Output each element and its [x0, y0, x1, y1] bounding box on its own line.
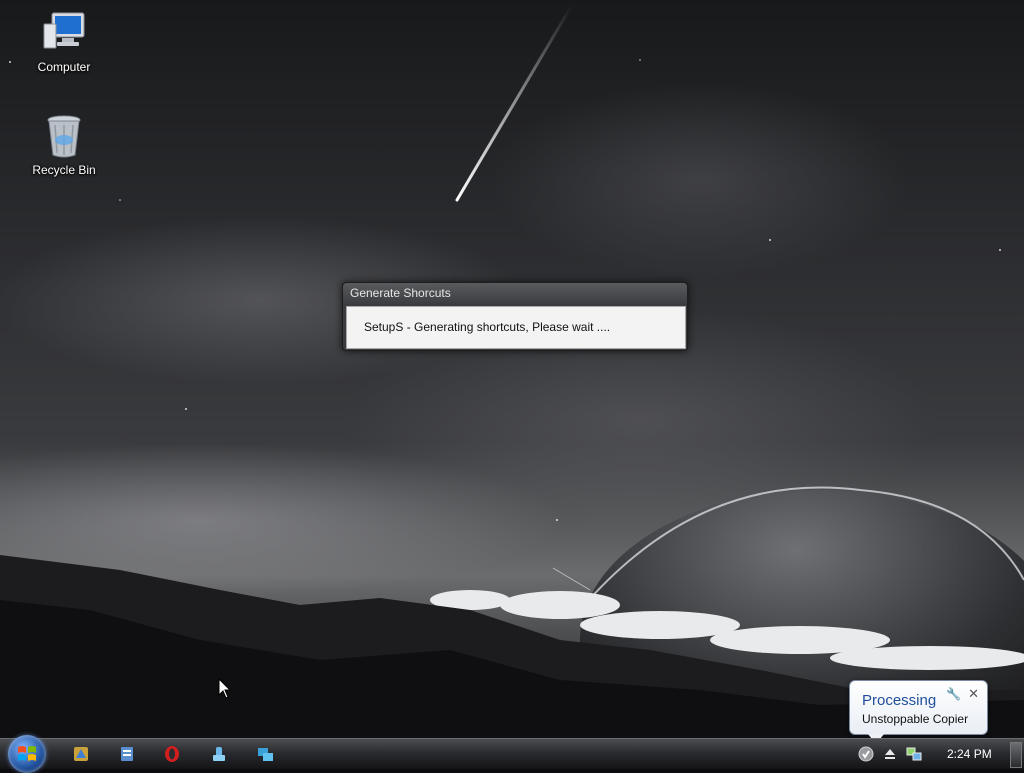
computer-icon	[40, 10, 88, 58]
network-icon[interactable]	[906, 746, 922, 762]
balloon-close-icon[interactable]: ✕	[968, 687, 979, 702]
wallpaper-art	[0, 3, 1024, 738]
desktop-icon-label: Recycle Bin	[32, 163, 96, 177]
opera-icon[interactable]	[163, 745, 181, 763]
dialog-body: SetupS - Generating shortcuts, Please wa…	[346, 306, 686, 349]
dialog-title[interactable]: Generate Shorcuts	[343, 283, 687, 304]
taskbar: 2:24 PM	[0, 735, 1024, 773]
quick-launch-app-icon[interactable]	[118, 745, 136, 763]
quick-launch-app-icon[interactable]	[210, 745, 228, 763]
balloon-title: Processing	[862, 692, 937, 709]
safely-remove-icon[interactable]	[882, 746, 898, 762]
generate-shortcuts-dialog: Generate Shorcuts SetupS - Generating sh…	[342, 282, 688, 351]
desktop-icon-label: Computer	[37, 60, 91, 74]
notification-balloon[interactable]: Processing 🔧 ✕ Unstoppable Copier	[849, 680, 988, 744]
balloon-options-icon[interactable]: 🔧	[946, 687, 961, 701]
show-desktop-button[interactable]	[1010, 742, 1022, 768]
desktop-icon-recycle-bin[interactable]: Recycle Bin	[24, 113, 104, 177]
quick-launch-app-icon[interactable]	[256, 745, 274, 763]
mouse-cursor-icon	[218, 678, 232, 699]
start-button[interactable]	[8, 735, 46, 773]
recycle-bin-icon	[40, 113, 88, 161]
dialog-message: SetupS - Generating shortcuts, Please wa…	[364, 320, 611, 334]
windows-logo-icon	[18, 746, 36, 761]
unstoppable-copier-icon[interactable]	[858, 746, 874, 762]
desktop-wallpaper	[0, 0, 1024, 738]
balloon-text: Unstoppable Copier	[862, 712, 969, 726]
quick-launch-app-icon[interactable]	[72, 745, 90, 763]
desktop-icon-computer[interactable]: Computer	[24, 10, 104, 74]
taskbar-clock[interactable]: 2:24 PM	[947, 747, 992, 761]
